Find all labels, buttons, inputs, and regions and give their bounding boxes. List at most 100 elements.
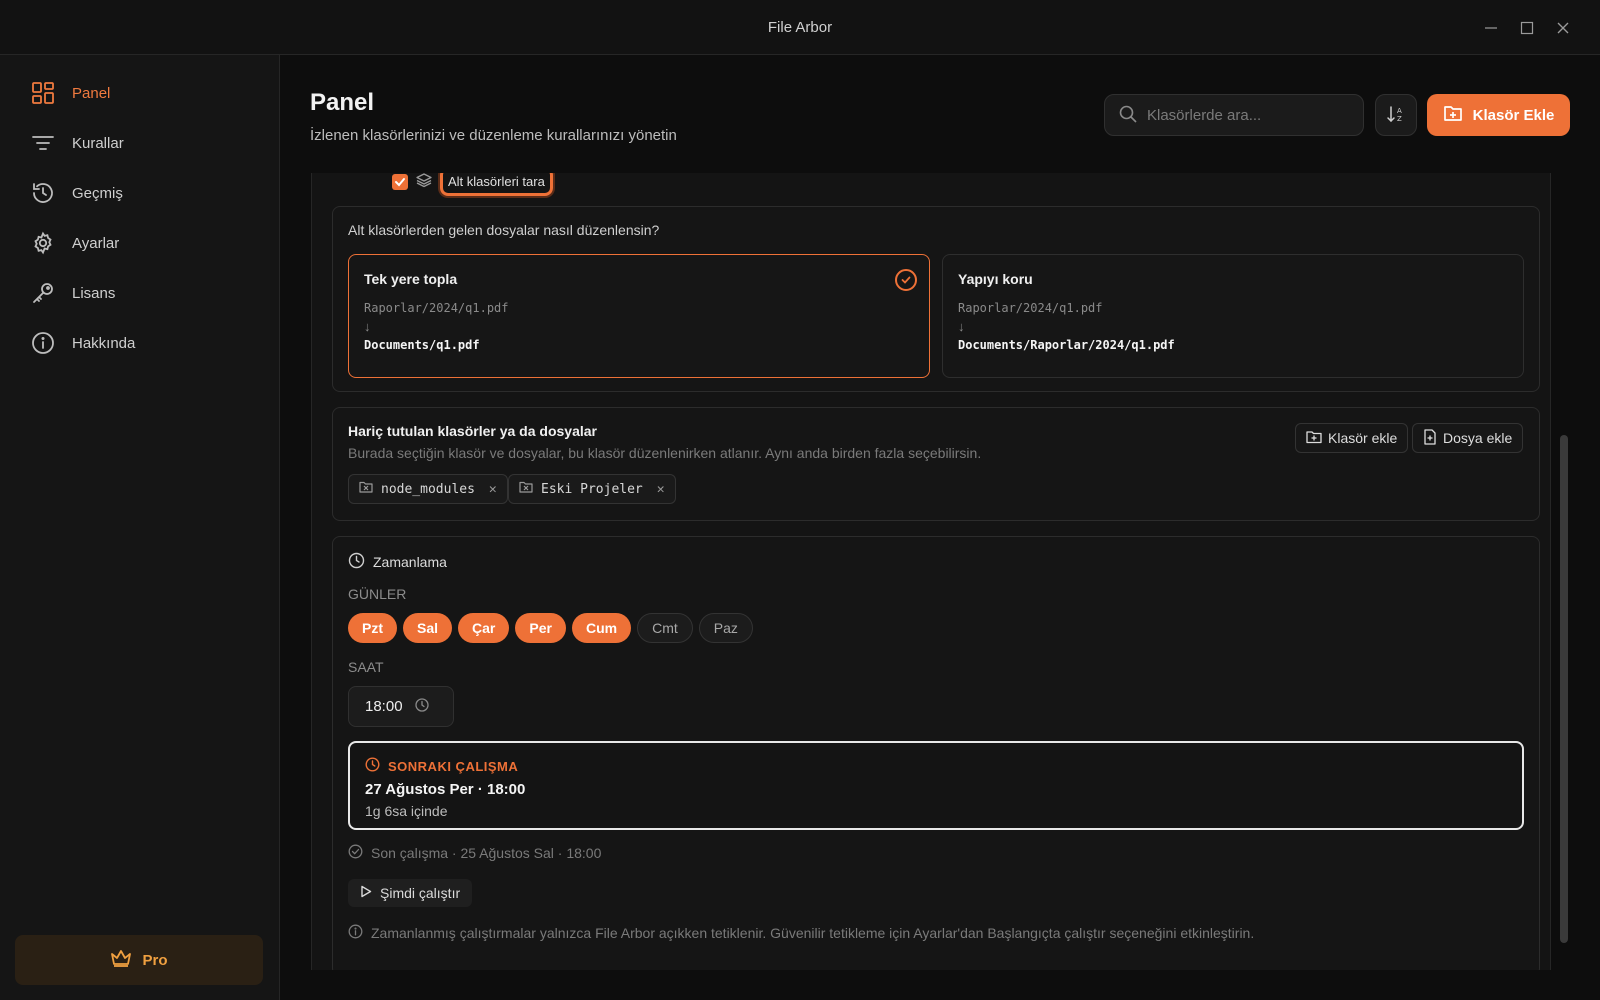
schedule-header: Zamanlama (348, 552, 447, 572)
add-folder-label: Klasör Ekle (1472, 106, 1555, 124)
search-input[interactable] (1147, 106, 1347, 124)
window-title: File Arbor (767, 19, 833, 36)
layers-icon (416, 173, 432, 191)
next-run-date: 27 Ağustos Per · 18:00 (365, 781, 526, 798)
add-excluded-folder-label: Klasör ekle (1328, 430, 1398, 446)
subfolder-scan-row: Alt klasörleri tara (392, 173, 553, 196)
scrollbar[interactable] (1560, 435, 1568, 943)
filter-lines-icon (30, 130, 56, 156)
close-icon[interactable] (1551, 16, 1575, 40)
main-area: Panel İzlenen klasörlerinizi ve düzenlem… (281, 55, 1600, 1000)
excluded-chip-label: Eski Projeler (541, 481, 643, 497)
time-label: SAAT (348, 659, 384, 675)
schedule-note: Zamanlanmış çalıştırmalar yalnızca File … (348, 924, 1254, 942)
pro-button[interactable]: Pro (15, 935, 263, 985)
clock-icon (365, 757, 380, 775)
time-input[interactable]: 18:00 (348, 686, 454, 727)
pro-label: Pro (142, 951, 168, 969)
subfolder-scan-label[interactable]: Alt klasörleri tara (440, 173, 553, 196)
crown-icon (110, 949, 132, 971)
search-box[interactable] (1104, 94, 1364, 136)
sidebar-item-gecmis[interactable]: Geçmiş (30, 178, 123, 208)
subfolder-mode-question: Alt klasörlerden gelen dosyalar nasıl dü… (348, 222, 660, 238)
key-icon (30, 280, 56, 306)
day-cmt[interactable]: Cmt (637, 613, 693, 643)
sidebar-item-kurallar[interactable]: Kurallar (30, 128, 124, 158)
page-subtitle: İzlenen klasörlerinizi ve düzenleme kura… (310, 127, 677, 144)
day-cum[interactable]: Cum (571, 613, 632, 643)
sidebar-item-hakkinda[interactable]: Hakkında (30, 328, 135, 358)
day-paz[interactable]: Paz (698, 613, 753, 643)
add-folder-button[interactable]: Klasör Ekle (1427, 94, 1570, 136)
excluded-description: Burada seçtiğin klasör ve dosyalar, bu k… (348, 445, 982, 461)
option-keep-structure[interactable]: Yapıyı koru Raporlar/2024/q1.pdf ↓ Docum… (942, 254, 1524, 378)
day-sal[interactable]: Sal (403, 613, 453, 643)
schedule-title: Zamanlama (373, 554, 447, 570)
sidebar-item-label: Kurallar (72, 134, 124, 152)
sidebar-item-label: Ayarlar (72, 234, 120, 252)
option-title: Tek yere topla (364, 271, 458, 287)
dashboard-grid-icon (30, 80, 56, 106)
sort-button[interactable]: AZ (1375, 94, 1417, 136)
option-from-path: Raporlar/2024/q1.pdf (958, 301, 1103, 315)
excluded-chip: node_modules ✕ (348, 474, 508, 504)
day-per[interactable]: Per (515, 613, 566, 643)
time-value: 18:00 (365, 698, 403, 715)
svg-text:Z: Z (1397, 115, 1402, 123)
excluded-card: Hariç tutulan klasörler ya da dosyalar B… (332, 407, 1540, 521)
day-pzt[interactable]: Pzt (348, 613, 397, 643)
arrow-down-icon: ↓ (958, 319, 965, 334)
title-bar: File Arbor (0, 0, 1600, 55)
maximize-icon[interactable] (1515, 16, 1539, 40)
folder-detail-panel: Alt klasörleri tara Alt klasörlerden gel… (311, 173, 1551, 970)
last-run-row: Son çalışma · 25 Ağustos Sal · 18:00 (348, 844, 601, 862)
clock-icon (348, 552, 365, 572)
remove-icon[interactable]: ✕ (489, 482, 497, 497)
add-excluded-folder-button[interactable]: Klasör ekle (1295, 423, 1409, 453)
sidebar: Panel Kurallar Geçmiş Ayarlar Lisans Hak… (0, 55, 280, 1000)
sidebar-item-label: Lisans (72, 284, 116, 302)
info-icon (348, 924, 363, 942)
next-run-label: SONRAKI ÇALIŞMA (388, 758, 519, 774)
subfolder-scan-checkbox[interactable] (392, 173, 408, 190)
sidebar-item-ayarlar[interactable]: Ayarlar (30, 228, 119, 258)
svg-text:A: A (1397, 107, 1402, 115)
run-now-button[interactable]: Şimdi çalıştır (348, 879, 473, 907)
subfolder-mode-card: Alt klasörlerden gelen dosyalar nasıl dü… (332, 206, 1540, 392)
excluded-chip-label: node_modules (381, 481, 475, 497)
sidebar-item-panel[interactable]: Panel (30, 78, 110, 108)
search-icon (1119, 105, 1137, 126)
remove-icon[interactable]: ✕ (657, 482, 665, 497)
next-run-header: SONRAKI ÇALIŞMA (365, 757, 518, 775)
add-excluded-file-button[interactable]: Dosya ekle (1412, 423, 1524, 453)
check-circle-icon (895, 269, 917, 291)
sidebar-item-label: Panel (72, 84, 111, 102)
history-icon (30, 180, 56, 206)
next-run-box: SONRAKI ÇALIŞMA 27 Ağustos Per · 18:00 1… (348, 741, 1524, 830)
option-to-path: Documents/q1.pdf (364, 338, 480, 352)
option-flatten[interactable]: Tek yere topla Raporlar/2024/q1.pdf ↓ Do… (348, 254, 930, 378)
sidebar-item-lisans[interactable]: Lisans (30, 278, 115, 308)
sidebar-item-label: Hakkında (72, 334, 136, 352)
add-excluded-file-label: Dosya ekle (1443, 430, 1513, 446)
schedule-note-text: Zamanlanmış çalıştırmalar yalnızca File … (371, 925, 1255, 941)
clock-icon (414, 697, 429, 716)
option-to-path: Documents/Raporlar/2024/q1.pdf (958, 338, 1175, 352)
check-circle-icon (348, 844, 363, 862)
gear-icon (30, 230, 56, 256)
arrow-down-icon: ↓ (364, 319, 371, 334)
days-label: GÜNLER (348, 586, 407, 602)
option-from-path: Raporlar/2024/q1.pdf (364, 301, 509, 315)
day-picker: Pzt Sal Çar Per Cum Cmt Paz (348, 613, 753, 643)
minimize-icon[interactable] (1479, 16, 1503, 40)
folder-x-icon (359, 481, 373, 497)
day-car[interactable]: Çar (458, 613, 510, 643)
last-run-text: Son çalışma · 25 Ağustos Sal · 18:00 (371, 845, 602, 861)
info-icon (30, 330, 56, 356)
play-icon (360, 885, 372, 901)
excluded-title: Hariç tutulan klasörler ya da dosyalar (348, 423, 597, 439)
option-title: Yapıyı koru (958, 271, 1033, 287)
folder-x-icon (519, 481, 533, 497)
next-run-relative: 1g 6sa içinde (365, 803, 448, 819)
file-plus-icon (1423, 428, 1437, 448)
